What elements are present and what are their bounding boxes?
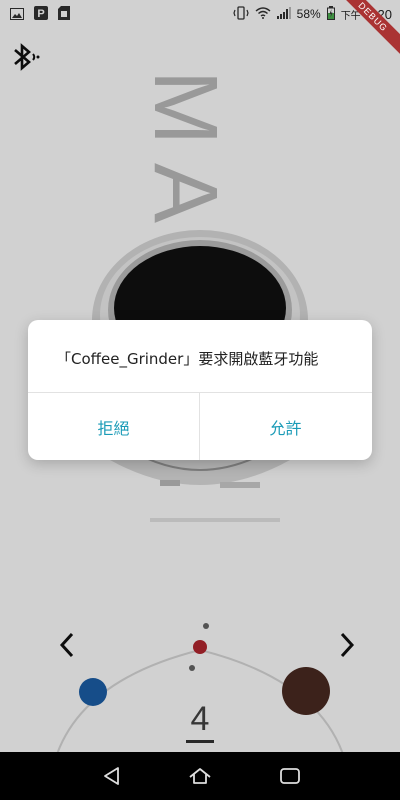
- back-icon: [104, 767, 119, 785]
- home-button[interactable]: [188, 764, 212, 788]
- bluetooth-permission-dialog: 「Coffee_Grinder」要求開啟藍牙功能 拒絕 允許: [28, 320, 372, 460]
- allow-button[interactable]: 允許: [200, 393, 371, 460]
- app-screen: P 58% 下午 DEBUG MA 4 「Coffee_Grinder」要求開啟…: [0, 0, 400, 800]
- deny-button[interactable]: 拒絕: [28, 393, 199, 460]
- recents-icon: [280, 768, 300, 784]
- back-button[interactable]: [100, 764, 124, 788]
- dialog-message: 「Coffee_Grinder」要求開啟藍牙功能: [56, 350, 319, 368]
- recents-button[interactable]: [278, 764, 302, 788]
- system-nav-bar: [0, 752, 400, 800]
- home-icon: [189, 768, 211, 784]
